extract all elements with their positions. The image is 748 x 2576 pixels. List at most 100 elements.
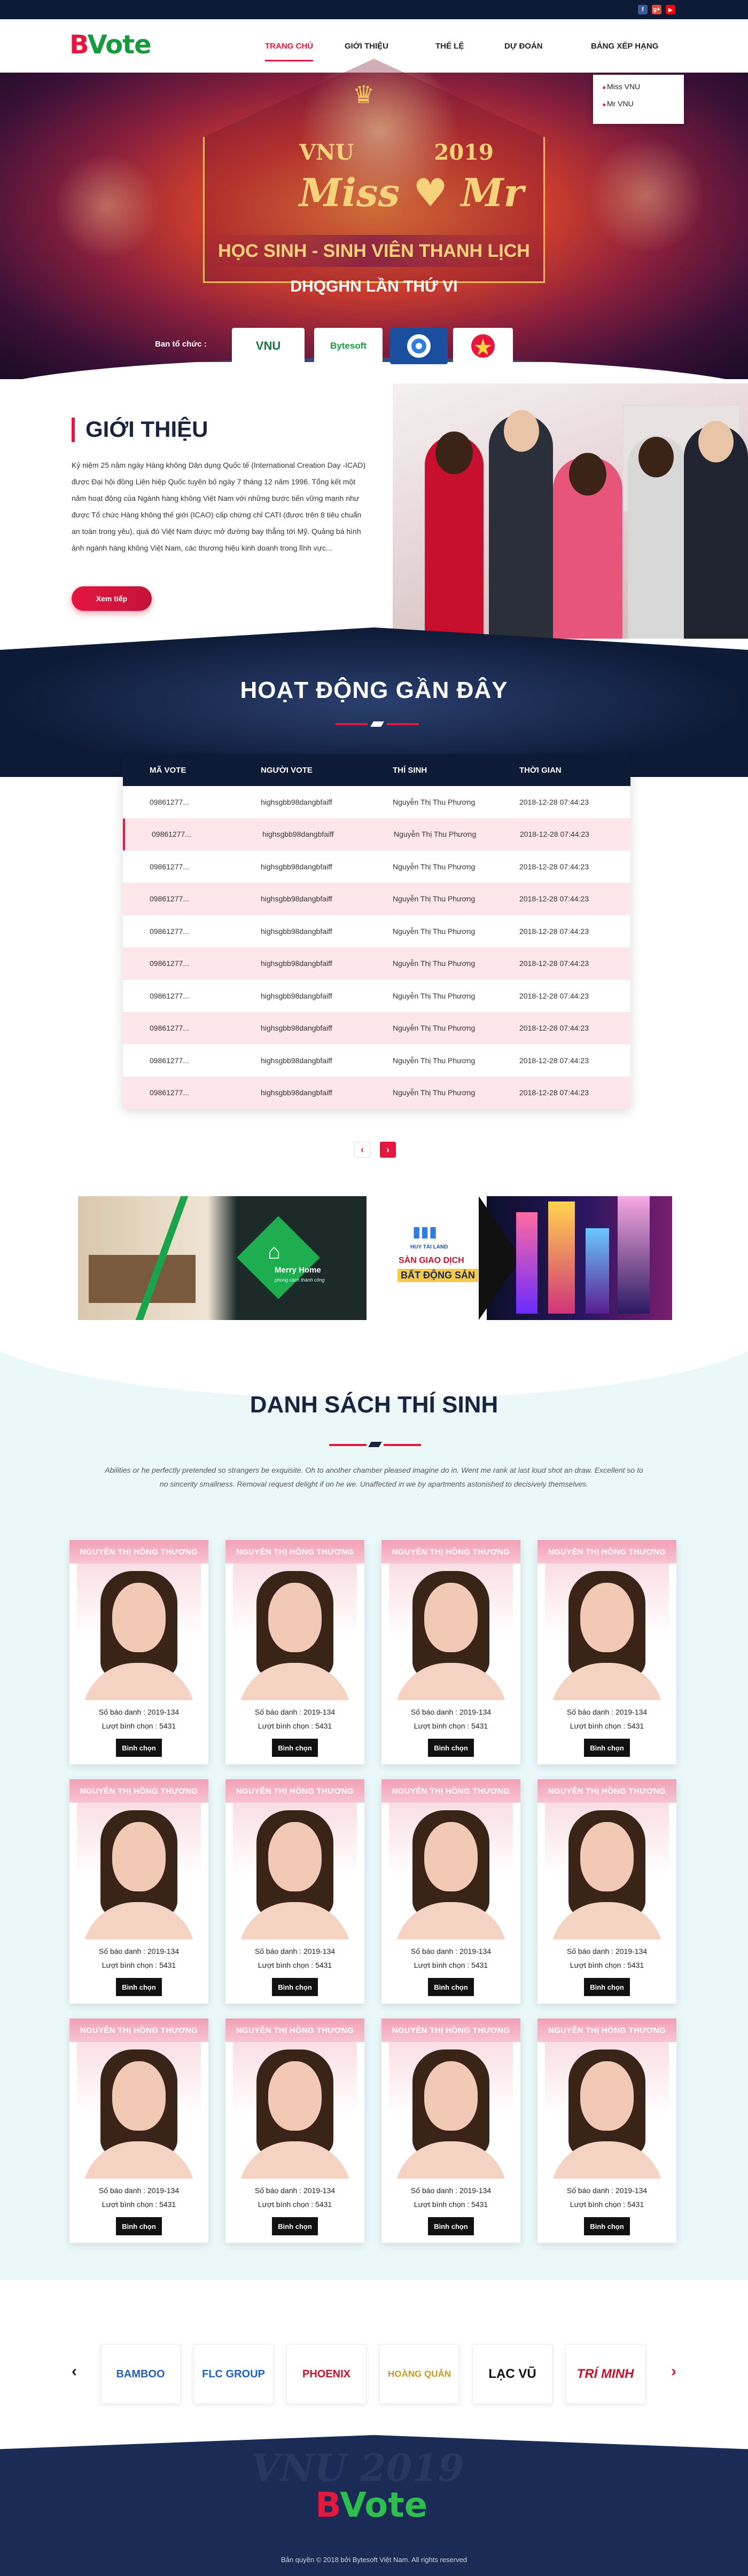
vote-button[interactable]: Bình chọn	[428, 1978, 474, 1996]
table-row[interactable]: 09861277... highsgbb98dangbfaiff Nguyễn Th…	[123, 980, 630, 1012]
sponsor-tri-minh[interactable]: TRÍ MINH	[565, 2344, 645, 2404]
table-row[interactable]: 09861277... highsgbb98dangbfaiff Nguyễn Th…	[123, 818, 630, 851]
nav-ranking[interactable]: Bảng xếp hạng	[591, 42, 658, 51]
footer-logo[interactable]: BVote	[315, 2486, 427, 2525]
vote-button[interactable]: Bình chọn	[428, 2217, 474, 2235]
logo[interactable]: BVote	[69, 30, 152, 60]
contestant-photo[interactable]	[77, 2040, 201, 2179]
google-plus-icon[interactable]: g+	[652, 5, 661, 14]
vote-button[interactable]: Bình chọn	[584, 1739, 630, 1757]
photo-face	[112, 2061, 166, 2131]
table-row[interactable]: 09861277... highsgbb98dangbfaiff Nguyễn Th…	[123, 786, 630, 819]
photo-shoulders	[394, 1663, 508, 1700]
photo-face	[268, 2061, 322, 2131]
contestant-card[interactable]: NGUYỄN THỊ HỒNG THƯƠNG Số báo danh : 201…	[69, 1540, 208, 1764]
dropdown-mr-vnu[interactable]: Mr VNU	[603, 99, 674, 108]
vote-button[interactable]: Bình chọn	[272, 1978, 318, 1996]
youtube-icon[interactable]: ▶	[666, 5, 675, 14]
photo-person-head	[569, 453, 606, 496]
contestant-card[interactable]: NGUYỄN THỊ HỒNG THƯƠNG Số báo danh : 201…	[225, 1540, 364, 1764]
table-row[interactable]: 09861277... highsgbb98dangbfaiff Nguyễn Th…	[123, 947, 630, 980]
table-row[interactable]: 09861277... highsgbb98dangbfaiff Nguyễn Th…	[123, 1044, 630, 1077]
org-emblem-logo[interactable]	[390, 328, 448, 364]
contestant-name: NGUYỄN THỊ HỒNG THƯƠNG	[537, 1779, 676, 1803]
org-bytesoft-logo[interactable]: Bytesoft	[314, 328, 383, 364]
ad-banner-real-estate[interactable]: ▮▮▮ HUY TÀI LAND SÀN GIAO DỊCH BẤT ĐỘNG …	[383, 1196, 672, 1320]
contestant-photo[interactable]	[545, 1801, 669, 1939]
hero-vnu: VNU 2019	[299, 140, 494, 165]
contestant-photo[interactable]	[389, 1801, 513, 1939]
contestant-photo[interactable]	[389, 2040, 513, 2179]
pager-prev-button[interactable]: ‹	[354, 1142, 370, 1158]
contestant-photo[interactable]	[545, 1561, 669, 1700]
photo-face	[424, 2061, 478, 2131]
table-row[interactable]: 09861277... highsgbb98dangbfaiff Nguyễn Th…	[123, 1012, 630, 1044]
contestant-photo[interactable]	[389, 1561, 513, 1700]
sponsors-prev-icon[interactable]: ‹	[72, 2362, 77, 2381]
table-row[interactable]: 09861277... highsgbb98dangbfaiff Nguyễn Th…	[123, 851, 630, 883]
org-youth-union-logo[interactable]	[453, 328, 513, 364]
col-vote-code: MÃ VOTE	[150, 765, 186, 775]
contestant-card[interactable]: NGUYỄN THỊ HỒNG THƯƠNG Số báo danh : 201…	[537, 1540, 676, 1764]
sponsor-lac-vu[interactable]: LẠC VŨ	[472, 2344, 552, 2404]
vote-button[interactable]: Bình chọn	[584, 2217, 630, 2235]
contestant-card[interactable]: NGUYỄN THỊ HỒNG THƯƠNG Số báo danh : 201…	[69, 2019, 208, 2243]
contestant-name: NGUYỄN THỊ HỒNG THƯƠNG	[225, 1540, 364, 1564]
vote-button[interactable]: Bình chọn	[116, 1739, 162, 1757]
contestant-card[interactable]: NGUYỄN THỊ HỒNG THƯƠNG Số báo danh : 201…	[225, 2019, 364, 2243]
table-row[interactable]: 09861277... highsgbb98dangbfaiff Nguyễn Th…	[123, 1077, 630, 1109]
sponsor-hoang-quan[interactable]: HOÀNG QUÂN	[379, 2344, 459, 2404]
contestant-photo[interactable]	[233, 1561, 357, 1700]
sponsors-next-icon[interactable]: ›	[671, 2362, 676, 2381]
contestant-photo[interactable]	[233, 1801, 357, 1939]
contestant-card[interactable]: NGUYỄN THỊ HỒNG THƯƠNG Số báo danh : 201…	[225, 1779, 364, 2004]
contestant-name: NGUYỄN THỊ HỒNG THƯƠNG	[381, 1779, 520, 1803]
contestant-card[interactable]: NGUYỄN THỊ HỒNG THƯƠNG Số báo danh : 201…	[381, 2019, 520, 2243]
contestant-card[interactable]: NGUYỄN THỊ HỒNG THƯƠNG Số báo danh : 201…	[537, 1779, 676, 2004]
pager-next-button[interactable]: ›	[380, 1142, 396, 1158]
contestant-photo[interactable]	[77, 1801, 201, 1939]
building	[586, 1228, 609, 1314]
banner-chevron	[479, 1196, 521, 1320]
contestant-photo[interactable]	[545, 2040, 669, 2179]
contestant-card[interactable]: NGUYỄN THỊ HỒNG THƯƠNG Số báo danh : 201…	[381, 1540, 520, 1764]
contestant-card[interactable]: NGUYỄN THỊ HỒNG THƯƠNG Số báo danh : 201…	[69, 1779, 208, 2004]
contestant-sbd: Số báo danh : 2019-134	[566, 1708, 648, 1716]
vote-button[interactable]: Bình chọn	[116, 1978, 162, 1996]
org-vnu-logo[interactable]: VNU	[232, 328, 305, 364]
contestant-votes: Lượt bình chọn : 5431	[102, 1722, 176, 1730]
table-row[interactable]: 09861277... highsgbb98dangbfaiff Nguyễn Th…	[123, 915, 630, 948]
contestant-card[interactable]: NGUYỄN THỊ HỒNG THƯƠNG Số báo danh : 201…	[537, 2019, 676, 2243]
nav-about[interactable]: Giới thiệu	[345, 42, 388, 51]
vote-button[interactable]: Bình chọn	[272, 2217, 318, 2235]
contestant-sbd: Số báo danh : 2019-134	[566, 2186, 648, 2195]
dropdown-miss-vnu[interactable]: Miss VNU	[603, 82, 674, 91]
facebook-icon[interactable]: f	[638, 5, 648, 14]
contestant-photo[interactable]	[77, 1561, 201, 1700]
divider	[387, 723, 419, 725]
sponsor-flc[interactable]: FLC GROUP	[193, 2344, 274, 2404]
contestant-photo[interactable]	[233, 2040, 357, 2179]
vote-button[interactable]: Bình chọn	[584, 1978, 630, 1996]
table-row[interactable]: 09861277... highsgbb98dangbfaiff Nguyễn Th…	[123, 883, 630, 915]
building	[516, 1212, 537, 1314]
photo-shoulders	[550, 1663, 664, 1700]
banner-brand: Merry Home	[275, 1266, 321, 1275]
vote-button[interactable]: Bình chọn	[272, 1739, 318, 1757]
contestant-name: NGUYỄN THỊ HỒNG THƯƠNG	[225, 1779, 364, 1803]
nav-predict[interactable]: Dự đoán	[504, 42, 543, 51]
contestant-card[interactable]: NGUYỄN THỊ HỒNG THƯƠNG Số báo danh : 201…	[381, 1779, 520, 2004]
photo-face	[424, 1822, 478, 1891]
photo-shoulders	[238, 2141, 352, 2179]
activity-table: MÃ VOTE NGƯỜI VOTE THÍ SINH THỜI GIAN 09…	[123, 754, 630, 1109]
read-more-button[interactable]: Xem tiếp	[72, 586, 152, 611]
sponsor-phoenix[interactable]: PHOENIX	[286, 2344, 367, 2404]
nav-home[interactable]: Trang chủ	[265, 42, 313, 61]
nav-rules[interactable]: Thể lệ	[435, 42, 464, 51]
contestant-name: NGUYỄN THỊ HỒNG THƯƠNG	[225, 2019, 364, 2042]
vote-button[interactable]: Bình chọn	[428, 1739, 474, 1757]
contestant-sbd: Số báo danh : 2019-134	[410, 2186, 492, 2195]
vote-button[interactable]: Bình chọn	[116, 2217, 162, 2235]
sponsor-bamboo[interactable]: BAMBOO	[100, 2344, 181, 2404]
ad-banner-merry-home[interactable]: ⌂ Merry Home phong cách thành công	[78, 1196, 367, 1320]
